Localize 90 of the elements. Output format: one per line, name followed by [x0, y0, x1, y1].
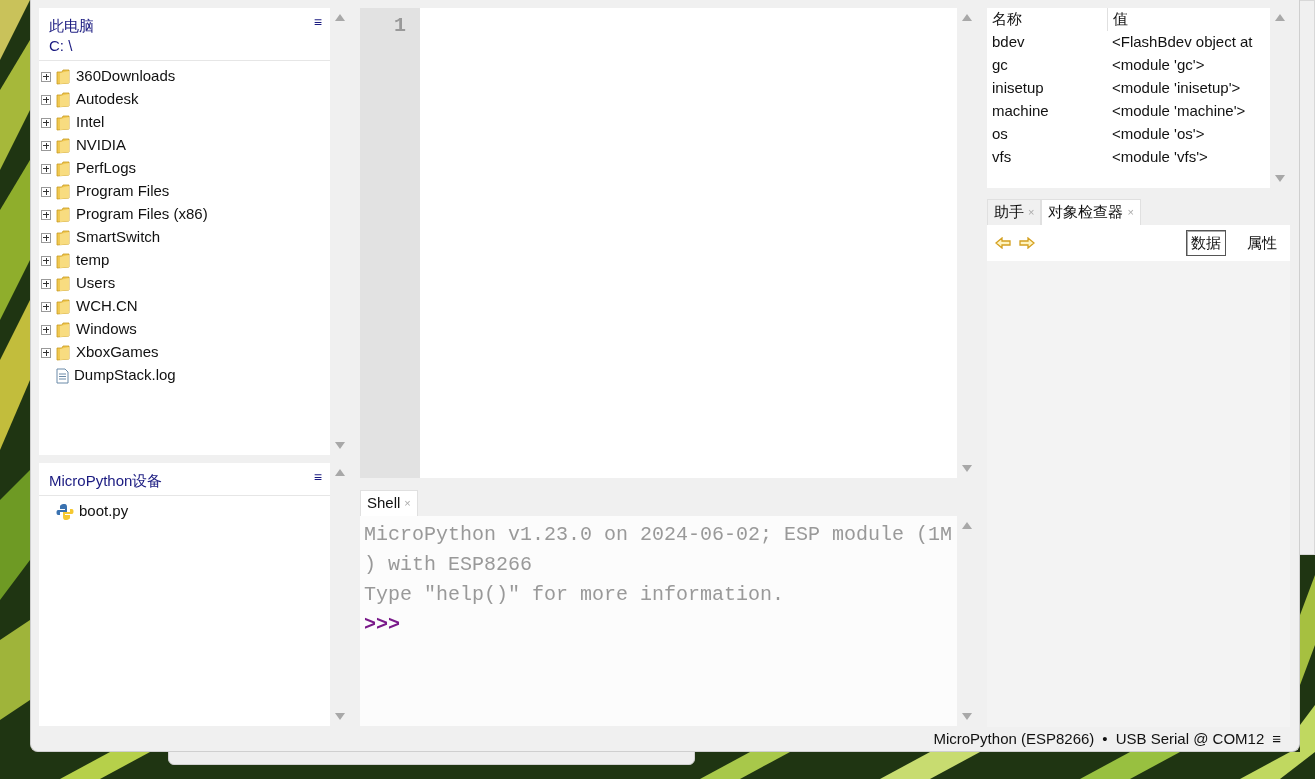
expand-icon[interactable] [41, 278, 51, 289]
shell-tab[interactable]: Shell × [360, 490, 418, 516]
scroll-up-icon[interactable] [962, 14, 972, 21]
table-cell-text: <module 'gc'> [1111, 55, 1206, 76]
tree-item[interactable]: Users [76, 272, 116, 295]
shell-output: ) with ESP8266 [364, 552, 534, 578]
expand-icon[interactable] [41, 209, 51, 220]
tree-item[interactable]: Program Files [76, 180, 170, 203]
folder-icon [56, 252, 71, 269]
view-toggle[interactable]: 属性 [1242, 229, 1282, 257]
scroll-up-icon[interactable] [1275, 14, 1285, 21]
scroll-up-icon[interactable] [335, 14, 345, 21]
tree-item[interactable]: WCH.CN [76, 295, 138, 318]
folder-icon [56, 321, 71, 338]
tab-label: Shell [367, 493, 401, 514]
location-label[interactable]: MicroPython设备 [49, 471, 163, 491]
menu-icon[interactable]: ≡ [1272, 727, 1281, 751]
table-cell-text: <module 'inisetup'> [1111, 78, 1242, 99]
tree-item[interactable]: boot.py [79, 500, 129, 523]
table-cell-text: os [991, 124, 1009, 145]
scroll-down-icon[interactable] [1275, 175, 1285, 182]
table-cell-text: inisetup [991, 78, 1045, 99]
table-cell-text: gc [991, 55, 1009, 76]
table-cell: <FlashBdev object at [1107, 31, 1270, 54]
shell-prompt: >>> [364, 612, 401, 638]
separator-dot: • [1102, 728, 1108, 749]
tree-item[interactable]: Intel [76, 111, 105, 134]
folder-icon [56, 344, 71, 361]
shell-console[interactable]: MicroPython v1.23.0 on 2024-06-02; ESP module (1M ) with ESP8266 Type "help()" for more information. >>> [360, 516, 977, 726]
document-icon [56, 367, 69, 384]
folder-icon [56, 183, 71, 200]
folder-icon [56, 137, 71, 154]
panel-tab[interactable]: 对象检查器 × [1041, 199, 1141, 225]
expand-icon[interactable] [41, 232, 51, 243]
line-number: 1 [393, 14, 406, 37]
expand-icon[interactable] [41, 140, 51, 151]
back-arrow-icon[interactable] [995, 237, 1011, 249]
tree-item[interactable]: DumpStack.log [74, 364, 176, 387]
scroll-down-icon[interactable] [335, 713, 345, 720]
folder-icon [56, 229, 71, 246]
folder-icon [56, 298, 71, 315]
expand-icon[interactable] [41, 347, 51, 358]
tree-item[interactable]: SmartSwitch [76, 226, 161, 249]
tree-item[interactable]: Windows [76, 318, 137, 341]
folder-icon [56, 160, 71, 177]
table-cell-text: <module 'os'> [1111, 124, 1206, 145]
location-label[interactable]: 此电脑 [49, 16, 94, 36]
tree-item[interactable]: temp [76, 249, 110, 272]
tree-item[interactable]: PerfLogs [76, 157, 137, 180]
expand-icon[interactable] [41, 117, 51, 128]
expand-icon[interactable] [41, 324, 51, 335]
expand-icon[interactable] [41, 186, 51, 197]
python-icon [56, 502, 74, 521]
tree-item[interactable]: XboxGames [76, 341, 159, 364]
expand-icon[interactable] [41, 255, 51, 266]
table-cell: bdev [987, 31, 1107, 54]
table-cell-text: <module 'vfs'> [1111, 147, 1209, 168]
location-label[interactable]: C: \ [49, 36, 73, 56]
table-cell-text: <module 'machine'> [1111, 101, 1247, 122]
shell-output: Type "help()" for more information. [364, 582, 786, 608]
scroll-up-icon[interactable] [335, 469, 345, 476]
tree-item[interactable]: Autodesk [76, 88, 139, 111]
column-header[interactable]: 名称 [987, 8, 1107, 31]
menu-icon[interactable]: ≡ [313, 12, 322, 32]
menu-icon[interactable]: ≡ [313, 467, 322, 487]
port-label[interactable]: USB Serial @ COM12 [1115, 727, 1265, 751]
shell-output: MicroPython v1.23.0 on 2024-06-02; ESP module (1M [364, 522, 953, 548]
forward-arrow-icon[interactable] [1019, 237, 1035, 249]
folder-icon [56, 68, 71, 85]
expand-icon[interactable] [41, 301, 51, 312]
scroll-down-icon[interactable] [962, 465, 972, 472]
tree-item[interactable]: 360Downloads [76, 65, 176, 88]
column-header[interactable]: 值 [1107, 8, 1270, 31]
folder-icon [56, 114, 71, 131]
scroll-down-icon[interactable] [335, 442, 345, 449]
expand-icon[interactable] [41, 71, 51, 82]
tree-item[interactable]: Program Files (x86) [76, 203, 208, 226]
expand-icon[interactable] [41, 163, 51, 174]
folder-icon [56, 206, 71, 223]
tree-item[interactable]: NVIDIA [76, 134, 126, 157]
interpreter-label[interactable]: MicroPython (ESP8266) [933, 727, 1095, 751]
panel-tab[interactable]: 助手 × [987, 199, 1042, 225]
scroll-down-icon[interactable] [962, 713, 972, 720]
table-cell-text: machine [991, 101, 1050, 122]
expand-icon[interactable] [41, 94, 51, 105]
scroll-up-icon[interactable] [962, 522, 972, 529]
folder-icon [56, 275, 71, 292]
view-toggle[interactable]: 数据 [1186, 229, 1226, 257]
folder-icon [56, 91, 71, 108]
table-cell-text: vfs [991, 147, 1013, 168]
